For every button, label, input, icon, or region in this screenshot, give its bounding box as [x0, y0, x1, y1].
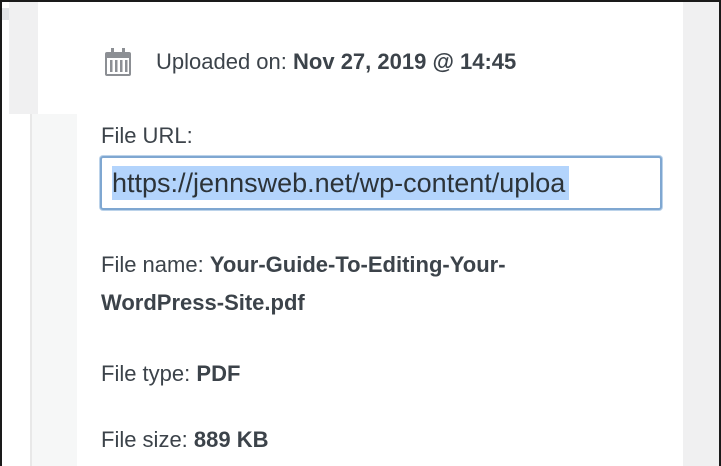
file-url-selected-text[interactable]: https://jennsweb.net/wp-content/uploa	[112, 166, 570, 200]
uploaded-on-value: Nov 27, 2019 @ 14:45	[293, 49, 517, 74]
file-size-row: File size: 889 KB	[101, 424, 269, 456]
file-url-label: File URL:	[101, 123, 193, 148]
calendar-icon	[102, 46, 134, 78]
uploaded-on-row: Uploaded on: Nov 27, 2019 @ 14:45	[102, 46, 516, 78]
file-type-value: PDF	[196, 361, 241, 386]
uploaded-on-label: Uploaded on:	[156, 49, 287, 74]
file-url-field[interactable]: https://jennsweb.net/wp-content/uploa	[100, 156, 662, 210]
file-name-label: File name:	[101, 252, 204, 277]
left-edge-marker	[2, 8, 9, 20]
file-size-value: 889 KB	[193, 427, 269, 452]
file-type-label: File type:	[101, 361, 191, 386]
file-type-row: File type: PDF	[101, 358, 240, 390]
right-side-area	[683, 2, 719, 466]
left-preview-panel	[32, 114, 77, 466]
left-toolbar-area	[9, 2, 38, 114]
file-name-row: File name: Your-Guide-To-Editing-Your- Wo…	[101, 246, 661, 322]
file-size-label: File size:	[101, 427, 188, 452]
